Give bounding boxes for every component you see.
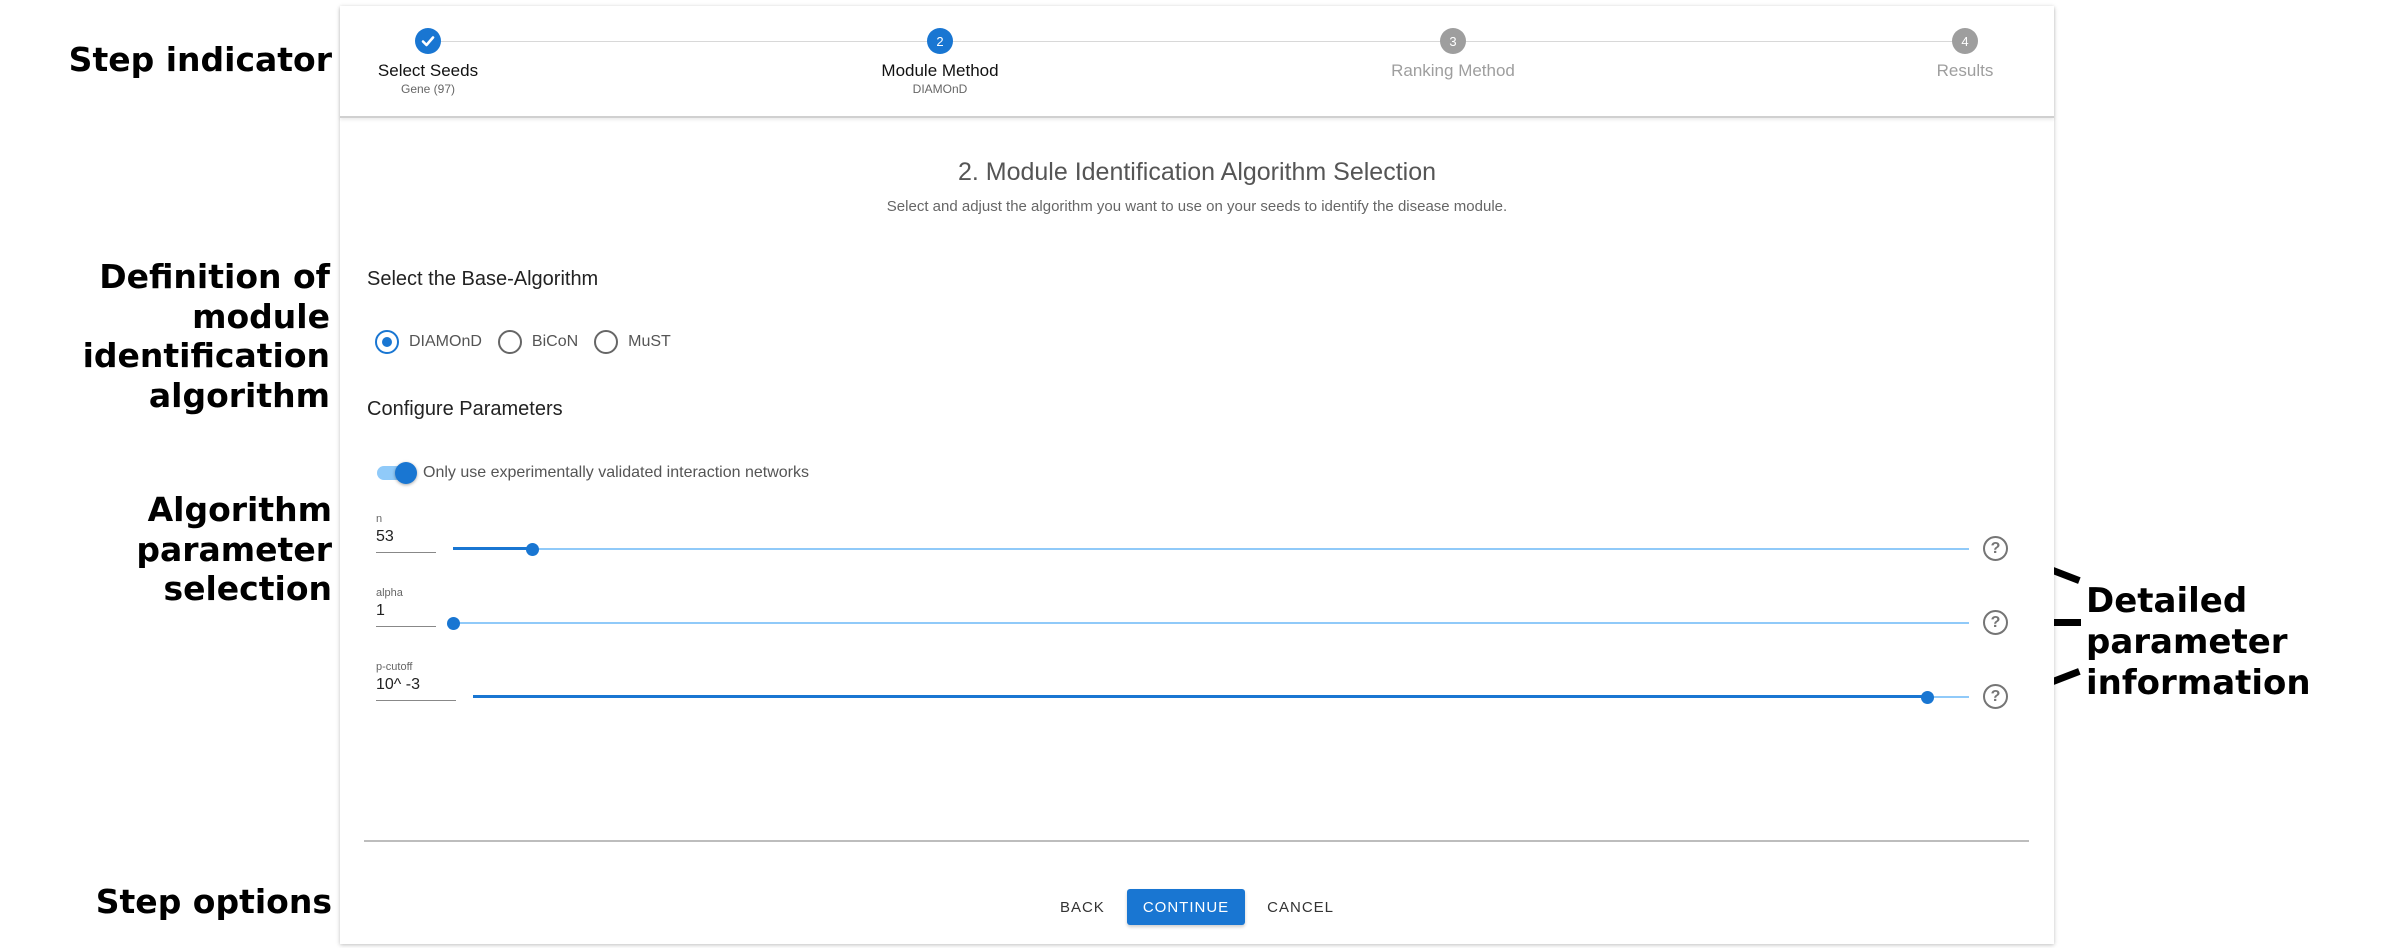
validated-network-toggle-row: Only use experimentally validated intera…: [377, 462, 809, 484]
param-n-input[interactable]: 53: [376, 528, 436, 553]
radio-checked-icon[interactable]: [375, 330, 399, 354]
help-circle-icon[interactable]: ?: [1983, 610, 2008, 635]
step-1-sub: Gene (97): [400, 82, 456, 96]
param-p-cutoff-slider-thumb[interactable]: [1921, 691, 1935, 704]
step-2-circle: 2: [927, 28, 953, 54]
annotation-parameter-selection: Algorithm parameter selection: [136, 490, 332, 609]
step-3-label: Ranking Method: [1391, 61, 1515, 80]
back-button[interactable]: Back: [1044, 889, 1121, 925]
radio-diamond[interactable]: DIAMOnD: [375, 330, 482, 354]
section-divider: [364, 840, 2029, 842]
annotation-step-options: Step options: [95, 882, 332, 921]
cancel-button[interactable]: Cancel: [1251, 889, 1350, 925]
param-n-label: n: [376, 513, 383, 525]
page-subtitle: Select and adjust the algorithm you want…: [886, 198, 1508, 215]
step-select-seeds[interactable]: Select Seeds Gene (97): [328, 28, 528, 96]
param-n-slider-fill: [453, 547, 532, 550]
radio-unchecked-icon[interactable]: [497, 330, 522, 354]
param-alpha-label: alpha: [376, 587, 403, 599]
toggle-label: Only use experimentally validated intera…: [423, 464, 809, 481]
radio-unchecked-icon[interactable]: [594, 330, 619, 354]
step-4-circle: 4: [1952, 28, 1978, 54]
step-4-label: Results: [1936, 61, 1994, 80]
param-alpha-slider-rail[interactable]: [453, 622, 1969, 624]
step-1-label: Select Seeds: [377, 61, 479, 80]
step-options: Back Continue Cancel: [340, 889, 2054, 925]
annotation-definition: Definition of module identification algo…: [82, 257, 330, 415]
step-2-sub: DIAMOnD: [912, 82, 968, 96]
annotation-step-indicator: Step indicator: [68, 40, 332, 79]
annotation-detailed-info: Detailed parameter information: [2086, 581, 2311, 703]
radio-bicon[interactable]: BiCoN: [497, 330, 579, 354]
step-1-circle: [415, 28, 441, 54]
radio-must[interactable]: MuST: [594, 330, 671, 354]
param-alpha: alpha 1: [376, 587, 436, 627]
radio-label: MuST: [628, 333, 671, 350]
step-indicator: Select Seeds Gene (97) 2 Module Method D…: [340, 6, 2054, 118]
step-results[interactable]: 4 Results: [1865, 28, 2065, 81]
param-p-cutoff: p-cutoff 10^ -3: [376, 661, 456, 701]
param-n-slider-thumb[interactable]: [525, 543, 539, 556]
base-algorithm-radio-group: DIAMOnD BiCoN MuST: [375, 330, 687, 354]
page-title: 2. Module Identification Algorithm Selec…: [957, 158, 1437, 186]
check-icon: [421, 36, 435, 47]
param-alpha-slider-thumb[interactable]: [447, 617, 460, 630]
param-n: n 53: [376, 513, 436, 553]
validated-network-toggle[interactable]: [377, 462, 417, 484]
stepper-card: Select Seeds Gene (97) 2 Module Method D…: [340, 6, 2054, 944]
toggle-thumb[interactable]: [395, 462, 417, 484]
base-algorithm-heading: Select the Base-Algorithm: [367, 268, 599, 290]
step-connector: [440, 41, 1960, 42]
radio-label: DIAMOnD: [409, 333, 482, 350]
help-circle-icon[interactable]: ?: [1983, 684, 2008, 709]
param-n-slider-rail[interactable]: [453, 548, 1969, 550]
continue-button[interactable]: Continue: [1126, 889, 1246, 925]
help-circle-icon[interactable]: ?: [1983, 536, 2008, 561]
radio-label: BiCoN: [531, 333, 579, 350]
configure-parameters-heading: Configure Parameters: [367, 398, 563, 420]
step-2-label: Module Method: [881, 61, 999, 80]
step-3-circle: 3: [1440, 28, 1466, 54]
param-p-cutoff-input[interactable]: 10^ -3: [376, 676, 456, 701]
param-p-cutoff-slider-fill: [473, 695, 1928, 698]
step-ranking-method[interactable]: 3 Ranking Method: [1353, 28, 1553, 81]
param-p-cutoff-label: p-cutoff: [376, 661, 413, 673]
param-alpha-input[interactable]: 1: [376, 602, 436, 627]
step-module-method[interactable]: 2 Module Method DIAMOnD: [840, 28, 1040, 96]
